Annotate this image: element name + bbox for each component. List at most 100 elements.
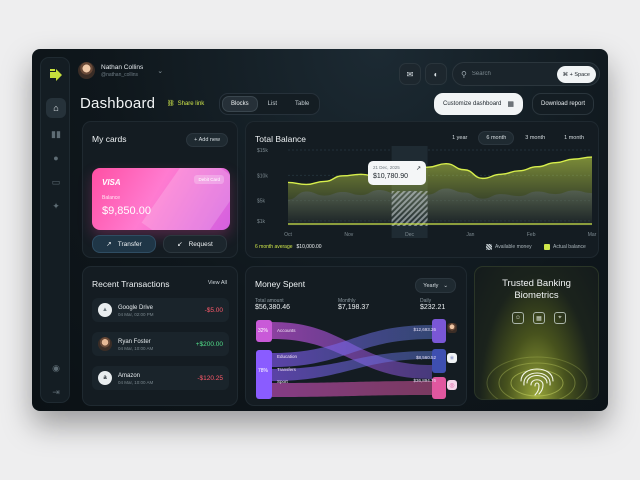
search-icon: ⚲ <box>461 69 467 79</box>
amount-right-2: $8,560.52 <box>415 355 436 360</box>
home-icon[interactable]: ⌂ <box>46 98 66 118</box>
arrow-up-right-icon: ↗ <box>106 241 112 248</box>
analytics-icon[interactable]: ▮▮ <box>46 124 66 144</box>
average-label: 6 month average <box>255 244 293 250</box>
google-drive-icon: ▲ <box>98 303 112 317</box>
view-all-link[interactable]: View All <box>208 280 227 286</box>
link-icon: ⛓ <box>167 101 175 107</box>
wallet-icon[interactable]: ▭ <box>46 172 66 192</box>
transaction-row[interactable]: ▲ Google Drive 04 Mar, 02:00 PM -$5.00 <box>92 298 229 322</box>
y-tick-label: $1k <box>257 219 266 225</box>
transaction-amount: -$5.00 <box>204 306 223 314</box>
legend-available: Available money <box>486 244 532 250</box>
transfer-button[interactable]: ↗ Transfer <box>92 235 156 253</box>
period-select[interactable]: Yearly ⌄ <box>415 278 456 293</box>
flow-sport <box>272 381 432 397</box>
sidebar: ⌂ ▮▮ ● ▭ ✦ ◉ ⇥ <box>40 57 70 403</box>
react-logo-icon: ⚛ <box>447 353 457 363</box>
amount-right-3: $36,894.76 <box>413 378 436 383</box>
x-tick-label: Jan <box>466 232 474 238</box>
qr-code-icon[interactable]: ▦ <box>533 312 545 324</box>
face-id-icon[interactable]: ☺ <box>512 312 524 324</box>
left-pct-top: 32% <box>258 328 269 334</box>
add-card-button[interactable]: + Add new <box>186 133 228 147</box>
mail-icon[interactable]: ✉ <box>399 63 421 85</box>
average-value: $10,000.00 <box>296 244 322 250</box>
app-window: ⌂ ▮▮ ● ▭ ✦ ◉ ⇥ Nathan Collins @nathan_co… <box>32 49 608 411</box>
tab-blocks[interactable]: Blocks <box>222 96 258 112</box>
card-type-badge: Debit Card <box>194 175 224 184</box>
my-cards-title: My cards <box>92 134 127 144</box>
logout-icon[interactable]: ⇥ <box>46 382 66 402</box>
y-tick-label: $10k <box>257 173 268 179</box>
money-spent-panel: Money Spent Yearly ⌄ Total amount $56,38… <box>245 266 467 406</box>
stat-total: Total amount $56,380.46 <box>255 298 291 311</box>
customize-dashboard-button[interactable]: Customize dashboard ▦ <box>434 93 523 115</box>
fingerprint-icon[interactable] <box>475 329 599 400</box>
x-tick-label: Mar <box>588 232 597 238</box>
chart-tooltip: 21 Dec, 2025 $10,780.90 ↗ <box>368 161 426 185</box>
category-education: Education <box>277 354 298 359</box>
search-bar[interactable]: ⚲ ⌘ + Space <box>452 62 600 86</box>
tooltip-value: $10,780.90 <box>373 173 409 180</box>
legend-swatch-available <box>486 244 492 250</box>
biometrics-panel[interactable]: Trusted Banking Biometrics ☺ ▦ ⌖ <box>474 266 599 400</box>
x-tick-label: Nov <box>344 232 353 238</box>
amazon-icon: a <box>98 371 112 385</box>
request-button[interactable]: ↙ Request <box>163 235 227 253</box>
ryan-foster-avatar <box>98 337 112 351</box>
x-tick-label: Oct <box>284 232 292 238</box>
highlight-hatch <box>391 191 428 226</box>
download-report-button[interactable]: Download report <box>532 93 595 115</box>
theme-toggle-icon[interactable]: ◐ <box>425 63 447 85</box>
x-tick-label: Feb <box>527 232 536 238</box>
average-summary: 6 month average $10,000.00 <box>255 244 322 250</box>
legend-actual: Actual balance <box>544 244 586 250</box>
tab-list[interactable]: List <box>260 96 285 112</box>
transaction-row[interactable]: a Amazon 04 Mar, 10:00 AM -$120.25 <box>92 366 229 390</box>
share-link[interactable]: ⛓ Share link <box>167 100 204 108</box>
total-balance-panel: Total Balance 1 year 6 month 3 month 1 m… <box>245 121 599 258</box>
page-title: Dashboard <box>80 95 156 112</box>
series-area-available <box>288 188 592 226</box>
biometric-methods: ☺ ▦ ⌖ <box>512 312 566 324</box>
y-tick-label: $15k <box>257 148 268 154</box>
user-email: @nathan_collins <box>101 71 139 78</box>
settings-gear-icon[interactable]: ✦ <box>46 196 66 216</box>
scan-icon[interactable]: ⌖ <box>554 312 566 324</box>
arrow-down-left-icon: ↙ <box>177 241 183 248</box>
debit-card[interactable]: VISA Debit Card Balance $9,850.00 <box>92 168 230 230</box>
sankey-node-right-2 <box>432 349 446 373</box>
category-sport: Sport <box>277 379 288 384</box>
app-logo-icon[interactable] <box>47 66 65 84</box>
user-icon[interactable]: ● <box>46 148 66 168</box>
money-spent-title: Money Spent <box>255 279 306 289</box>
stat-monthly: Monthly $7,198.37 <box>338 298 370 311</box>
amount-right-1: $12,693.26 <box>413 327 436 332</box>
recipient-avatar <box>447 323 457 333</box>
transaction-amount: -$120.25 <box>197 374 223 382</box>
grid-icon: ▦ <box>507 101 514 108</box>
card-balance: $9,850.00 <box>102 205 151 217</box>
category-transfers: Transfers <box>277 367 296 372</box>
transaction-row[interactable]: Ryan Foster 04 Mar, 10:00 AM +$200.00 <box>92 332 229 356</box>
transaction-amount: +$200.00 <box>195 340 223 348</box>
search-input[interactable] <box>471 71 542 77</box>
recent-transactions-panel: Recent Transactions View All ▲ Google Dr… <box>82 266 238 406</box>
left-pct-bottom: 78% <box>258 368 269 374</box>
sankey-node-left-bottom <box>256 350 272 399</box>
tooltip-date: 21 Dec, 2025 <box>373 165 400 170</box>
transactions-title: Recent Transactions <box>92 279 170 289</box>
camera-icon: ◎ <box>447 380 457 390</box>
chevron-down-icon: ⌄ <box>157 67 164 75</box>
view-toggle: Blocks List Table <box>219 93 321 115</box>
user-menu[interactable]: Nathan Collins @nathan_collins ⌄ <box>78 62 163 79</box>
total-balance-chart[interactable]: $15k $10k $5k $1k Oct Nov Dec Jan Feb Mar <box>246 122 600 259</box>
card-brand: VISA <box>102 178 121 187</box>
my-cards-panel: My cards + Add new VISA Debit Card Balan… <box>82 121 238 258</box>
card-balance-label: Balance <box>102 195 121 201</box>
chat-icon[interactable]: ◉ <box>46 358 66 378</box>
category-accounts: Accounts <box>277 328 296 333</box>
biometrics-title: Trusted Banking Biometrics <box>502 278 571 301</box>
tab-table[interactable]: Table <box>287 96 317 112</box>
